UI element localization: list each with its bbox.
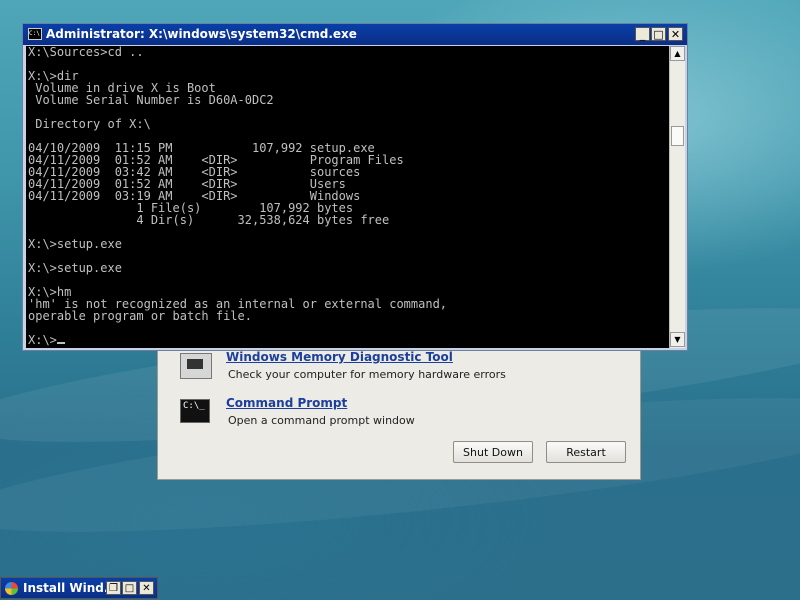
- close-button-mini[interactable]: ✕: [139, 581, 154, 595]
- restore-button[interactable]: ❐: [106, 581, 121, 595]
- command-prompt-description: Open a command prompt window: [228, 414, 415, 427]
- option-memory-diagnostic[interactable]: Windows Memory Diagnostic Tool Check you…: [180, 350, 610, 393]
- console-line: Volume Serial Number is D60A-0DC2: [28, 93, 274, 107]
- restart-button[interactable]: Restart: [546, 441, 626, 463]
- minimize-button[interactable]: _: [635, 27, 650, 41]
- text-cursor: [56, 342, 65, 344]
- close-button[interactable]: ✕: [668, 27, 683, 41]
- shut-down-button[interactable]: Shut Down: [453, 441, 533, 463]
- console-text: X:\Sources>cd .. X:\>dir Volume in drive…: [26, 46, 669, 346]
- option-command-prompt[interactable]: C:\_ Command Prompt Open a command promp…: [180, 396, 610, 439]
- console-line: X:\Sources>cd ..: [28, 46, 144, 59]
- console-window: C:\ Administrator: X:\windows\system32\c…: [22, 23, 688, 351]
- console-line: 4 Dir(s) 32,538,624 bytes free: [28, 213, 390, 227]
- vertical-scrollbar[interactable]: ▲ ▼: [669, 46, 685, 348]
- memory-diagnostic-description: Check your computer for memory hardware …: [228, 368, 506, 381]
- maximize-button[interactable]: □: [651, 27, 666, 41]
- memory-diagnostic-link[interactable]: Windows Memory Diagnostic Tool: [226, 350, 453, 364]
- scroll-thumb[interactable]: [671, 126, 684, 146]
- install-window-title: Install Wind...: [23, 581, 118, 595]
- console-title: Administrator: X:\windows\system32\cmd.e…: [46, 27, 357, 41]
- cmd-icon: C:\_: [180, 399, 210, 423]
- minimized-install-window[interactable]: Install Wind... ❐ □ ✕: [0, 577, 158, 599]
- arrow-up-icon[interactable]: ▲: [670, 46, 685, 61]
- console-titlebar[interactable]: C:\ Administrator: X:\windows\system32\c…: [23, 24, 687, 45]
- console-line: Directory of X:\: [28, 117, 151, 131]
- windows-logo-icon: [5, 582, 18, 595]
- console-line: X:\>setup.exe: [28, 237, 122, 251]
- memory-chip-icon: [180, 353, 212, 379]
- console-line: X:\>setup.exe: [28, 261, 122, 275]
- arrow-down-icon[interactable]: ▼: [670, 332, 685, 347]
- maximize-button-mini[interactable]: □: [122, 581, 137, 595]
- command-prompt-link[interactable]: Command Prompt: [226, 396, 347, 410]
- cmd-app-icon: C:\: [28, 28, 42, 40]
- console-line: X:\>: [28, 333, 57, 347]
- console-output[interactable]: X:\Sources>cd .. X:\>dir Volume in drive…: [26, 46, 669, 348]
- console-line: operable program or batch file.: [28, 309, 252, 323]
